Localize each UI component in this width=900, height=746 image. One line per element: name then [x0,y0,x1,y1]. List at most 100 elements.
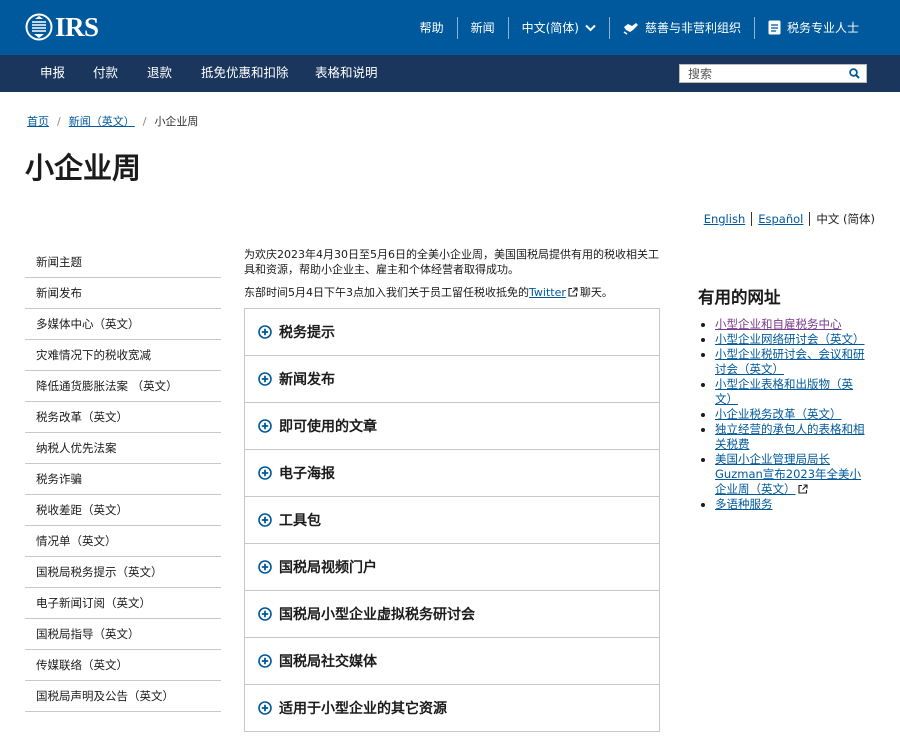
accordion-virtual-workshop[interactable]: 国税局小型企业虚拟税务研讨会 [245,591,659,638]
accordion-label: 适用于小型企业的其它资源 [279,701,447,717]
accordion-label: 电子海报 [279,466,335,482]
language-switcher: English Español 中文 (简体) [704,211,875,227]
help-link[interactable]: 帮助 [407,17,457,39]
useful-link-tax-reform[interactable]: 小企业税务改革（英文） [715,407,842,421]
useful-links-list: 小型企业和自雇税务中心 小型企业网络研讨会（英文） 小型企业税研讨会、会议和研讨… [698,317,868,512]
document-icon [768,20,781,35]
handshake-icon [623,22,638,35]
twitter-link[interactable]: Twitter [529,286,566,299]
list-item: 小型企业表格和出版物（英文） [715,377,868,407]
chat-paragraph: 东部时间5月4日下午3点加入我们关于员工留任税收抵免的Twitter 聊天。 [244,285,613,300]
help-link-label: 帮助 [419,21,444,35]
breadcrumb-separator: / [57,114,61,128]
list-item: 小型企业网络研讨会（英文） [715,332,868,347]
accordion-label: 工具包 [279,513,321,529]
accordion-label: 即可使用的文章 [279,419,377,435]
nav-forms-instructions[interactable]: 表格和说明 [315,55,378,92]
irs-logo[interactable]: IRS [25,12,99,42]
chat-prefix: 东部时间5月4日下午3点加入我们关于员工留任税收抵免的 [244,286,529,299]
useful-link-webinars[interactable]: 小型企业网络研讨会（英文） [715,332,865,346]
accordion-label: 国税局小型企业虚拟税务研讨会 [279,607,475,623]
utility-links: 帮助 新闻 中文(简体) 慈善与非营利组织 税务专业人士 [407,0,872,55]
list-item: 小型企业税研讨会、会议和研讨会（英文） [715,347,868,377]
sidebar-item-news-releases[interactable]: 新闻发布 [25,278,221,309]
tax-pros-link[interactable]: 税务专业人士 [753,16,872,39]
charities-link[interactable]: 慈善与非营利组织 [608,16,754,39]
list-item: 美国小企业管理局局长Guzman宣布2023年全美小企业周（英文） [715,452,868,497]
accordion-ready-articles[interactable]: 即可使用的文章 [245,403,659,450]
nav-credits-deductions[interactable]: 抵免优惠和扣除 [201,55,289,92]
top-header: IRS 帮助 新闻 中文(简体) 慈善与非营利组织 税务专业人士 [0,0,900,55]
accordion-toolkit[interactable]: 工具包 [245,497,659,544]
lang-divider [809,212,811,226]
accordion-label: 税务提示 [279,325,335,341]
list-item: 小型企业和自雇税务中心 [715,317,868,332]
accordion-other-resources[interactable]: 适用于小型企业的其它资源 [245,685,659,731]
sidebar-item-tax-gap[interactable]: 税收差距（英文） [25,495,221,526]
search-input[interactable] [680,65,840,82]
plus-circle-icon [258,560,272,574]
breadcrumb-news[interactable]: 新闻（英文） [69,113,135,129]
plus-circle-icon [258,466,272,480]
sidebar-item-statements[interactable]: 国税局声明及公告（英文） [25,681,221,712]
nav-file[interactable]: 申报 [40,55,65,92]
breadcrumb-current: 小企业周 [154,115,199,128]
sidebar-item-tax-reform[interactable]: 税务改革（英文） [25,402,221,433]
sidebar-item-taxpayer-first-act[interactable]: 纳税人优先法案 [25,433,221,464]
accordion-tax-tips[interactable]: 税务提示 [245,309,659,356]
lang-english[interactable]: English [704,212,746,226]
accordion-video-portal[interactable]: 国税局视频门户 [245,544,659,591]
search-icon[interactable] [849,68,860,79]
plus-circle-icon [258,513,272,527]
page-title: 小企业周 [25,151,142,185]
useful-link-sba-announcement[interactable]: 美国小企业管理局局长Guzman宣布2023年全美小企业周（英文） [715,452,861,496]
news-link-label: 新闻 [470,21,495,35]
tax-pros-link-label: 税务专业人士 [786,21,859,35]
accordion-label: 国税局视频门户 [279,560,377,576]
useful-links-title: 有用的网址 [698,288,781,307]
intro-paragraph: 为欢庆2023年4月30日至5月6日的全美小企业周，美国国税局提供有用的税收相关… [244,248,659,276]
list-item: 独立经营的承包人的表格和相关税费 [715,422,868,452]
sidebar-item-guidance[interactable]: 国税局指导（英文） [25,619,221,650]
plus-circle-icon [258,419,272,433]
accordion-e-posters[interactable]: 电子海报 [245,450,659,497]
language-selector[interactable]: 中文(简体) [507,16,609,39]
sidebar-item-inflation-reduction-act[interactable]: 降低通货膨胀法案 （英文） [25,371,221,402]
breadcrumb-home[interactable]: 首页 [27,113,49,129]
eagle-logo-icon [25,13,53,41]
news-link[interactable]: 新闻 [456,16,508,39]
useful-links-panel: 有用的网址 小型企业和自雇税务中心 小型企业网络研讨会（英文） 小型企业税研讨会… [698,284,868,512]
plus-circle-icon [258,325,272,339]
accordion-news-releases[interactable]: 新闻发布 [245,356,659,403]
accordion-label: 新闻发布 [279,372,335,388]
lang-current: 中文 (简体) [816,212,875,226]
sidebar-item-tax-scams[interactable]: 税务诈骗 [25,464,221,495]
sidebar-item-e-news[interactable]: 电子新闻订阅（英文） [25,588,221,619]
list-item: 多语种服务 [715,497,868,512]
breadcrumb-separator: / [142,114,147,128]
accordion-label: 国税局社交媒体 [279,654,377,670]
external-link-icon [797,484,808,494]
sidebar-item-media-contacts[interactable]: 传媒联络（英文） [25,650,221,681]
sidebar-item-multimedia[interactable]: 多媒体中心（英文） [25,309,221,340]
search-box [679,64,867,83]
logo-text: IRS [55,11,99,42]
resources-accordion: 税务提示 新闻发布 即可使用的文章 电子海报 工具包 国税局视频门户 国税局小型… [244,308,660,732]
sidebar-item-disaster-relief[interactable]: 灾难情况下的税收宽减 [25,340,221,371]
nav-pay[interactable]: 付款 [93,55,118,92]
sidebar-item-fact-sheets[interactable]: 情况单（英文） [25,526,221,557]
lang-spanish[interactable]: Español [758,212,803,226]
sidebar-item-tax-tips[interactable]: 国税局税务提示（英文） [25,557,221,588]
useful-link-small-business-center[interactable]: 小型企业和自雇税务中心 [715,317,842,331]
useful-link-contractors[interactable]: 独立经营的承包人的表格和相关税费 [715,422,865,451]
useful-link-multilingual[interactable]: 多语种服务 [715,497,773,511]
useful-link-forms-publications[interactable]: 小型企业表格和出版物（英文） [715,377,853,406]
sidebar-item-news-topics[interactable]: 新闻主题 [25,247,221,278]
chat-suffix: 聊天。 [579,286,613,299]
useful-link-workshops[interactable]: 小型企业税研讨会、会议和研讨会（英文） [715,347,865,376]
lang-divider [751,212,753,226]
chevron-down-icon [585,24,596,31]
plus-circle-icon [258,654,272,668]
accordion-social-media[interactable]: 国税局社交媒体 [245,638,659,685]
nav-refunds[interactable]: 退款 [147,55,172,92]
